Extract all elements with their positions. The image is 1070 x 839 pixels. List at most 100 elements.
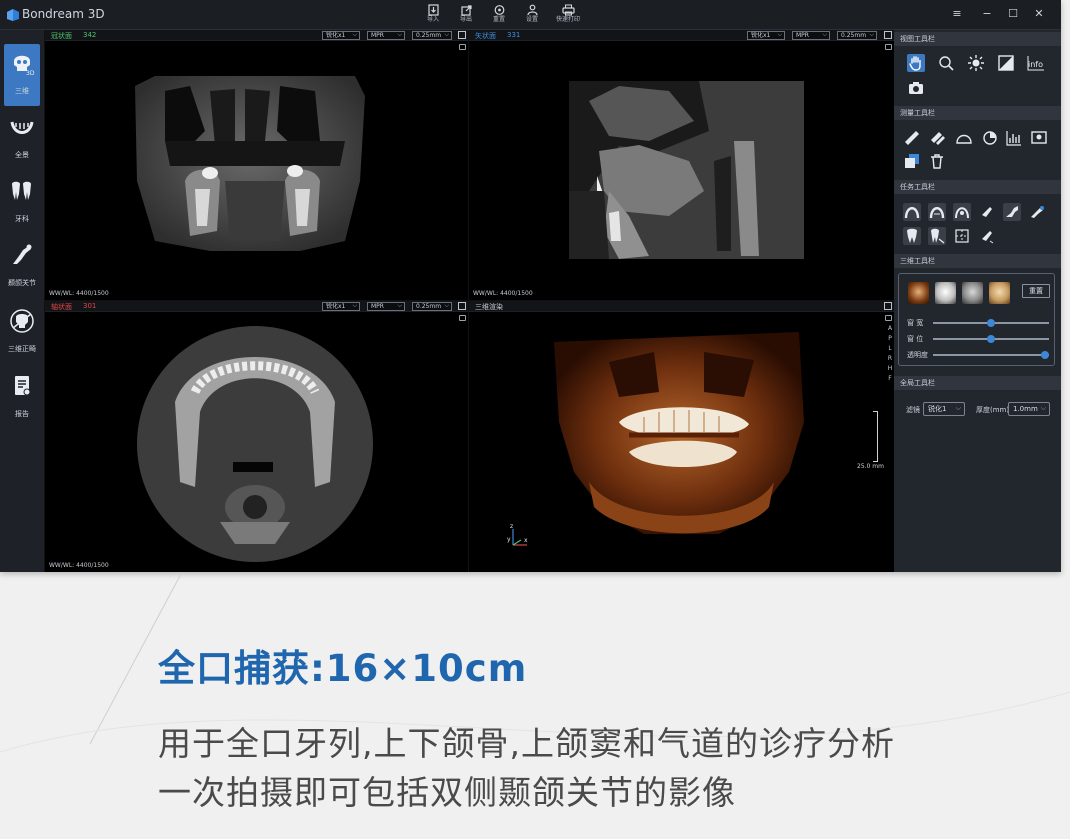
angle-tool-button[interactable] [981,129,999,147]
coronal-ct-image [135,76,365,251]
mandible-tool-button[interactable] [1003,203,1021,221]
print-icon [561,4,575,16]
axial-thickness-select[interactable]: 0.25mm [412,302,452,311]
histogram-tool-button[interactable] [1005,129,1023,147]
render3d-reset-button[interactable]: 重置 [1022,284,1050,298]
nerve-icon [955,207,969,219]
airway-tool-button[interactable] [978,227,996,245]
info-icon: info [1027,56,1044,71]
transparency-knob[interactable] [1041,351,1049,359]
maximize-icon[interactable]: ☐ [1006,7,1020,21]
arch-adjust-tool-button[interactable] [928,203,946,221]
coronal-maximize-icon[interactable] [458,31,466,39]
camera-icon [909,82,923,94]
sagittal-maximize-icon[interactable] [884,31,892,39]
global-tools-title: 全局工具栏 [894,376,1061,390]
svg-text:3D: 3D [26,70,35,76]
sagittal-mode-select[interactable]: MPR [792,31,830,40]
preset-skin-button[interactable] [989,282,1010,304]
caption-description-line2: 一次拍摄即可包括双侧颞颌关节的影像 [158,773,736,812]
preset-bone-orange-button[interactable] [908,282,929,304]
caption-title: 全口捕获:16×10cm [158,647,528,690]
zoom-icon [939,56,954,71]
axial-sharpen-select[interactable]: 锐化x1 [322,302,360,311]
quick-print-button[interactable]: 快速打印 [551,4,585,28]
roi-tool-button[interactable] [1030,129,1048,147]
tmj-tool-button[interactable] [1028,203,1046,221]
sagittal-viewport[interactable]: 矢状面 331 锐化x1 MPR 0.25mm WW/WL: 4400/1500 [469,30,894,300]
axial-viewport[interactable]: 轴状面 301 锐化x1 MPR 0.25mm WW/WL: 4400/1500 [45,301,468,572]
sagittal-slice-number: 331 [507,31,521,39]
render3d-maximize-icon[interactable] [884,302,892,310]
info-tool-button[interactable]: info [1027,54,1045,72]
window-width-slider[interactable] [933,319,1049,327]
thickness-select[interactable]: 1.0mm [1008,402,1050,416]
close-icon[interactable]: ✕ [1032,7,1046,21]
sidebar-label-3d: 三维 [15,87,29,95]
tooth-tool-button[interactable] [903,227,921,245]
export-button[interactable]: 导出 [449,4,483,28]
delete-tool-button[interactable] [928,152,946,170]
settings-icon [526,4,538,16]
settings-label: 设置 [525,16,538,23]
crop-tool-button[interactable] [953,227,971,245]
invert-tool-button[interactable] [997,54,1015,72]
sidebar-item-ortho[interactable]: 三维正畸 [4,302,40,364]
axial-slice-number: 301 [83,302,97,310]
settings-button[interactable]: 设置 [515,4,549,28]
preset-bone-gray-button[interactable] [962,282,983,304]
brightness-tool-button[interactable] [967,54,985,72]
coronal-viewport[interactable]: 冠状面 342 锐化x1 MPR 0.25mm WW/WL: 4400/1500 [45,30,468,300]
window-level-knob[interactable] [987,335,995,343]
filter-label: 滤镜 [906,406,920,414]
tooth-segment-tool-button[interactable] [928,227,946,245]
sidebar-item-dental[interactable]: 牙科 [4,172,40,234]
ruler-tool-button[interactable] [903,129,921,147]
minimize-icon[interactable]: − [980,7,994,21]
copy-tool-button[interactable] [903,152,921,170]
coronal-thickness-select[interactable]: 0.25mm [412,31,452,40]
multi-ruler-tool-button[interactable] [929,129,947,147]
skull-3d-icon: 3D [14,55,35,76]
reset-label: 重置 [492,16,505,23]
arch-curve-tool-button[interactable] [903,203,921,221]
pan-tool-button[interactable] [907,54,925,72]
sidebar-item-3d[interactable]: 3D 三维 [4,44,40,106]
axial-mode-select[interactable]: MPR [367,302,405,311]
render3d-settings-box: 重置 窗 宽 窗 位 透明度 [898,273,1055,366]
sagittal-sharpen-select[interactable]: 锐化x1 [747,31,785,40]
implant-tool-button[interactable] [978,203,996,221]
sidebar-item-report[interactable]: 报告 [4,367,40,429]
app-title: Bondream 3D [22,7,105,21]
reset-button[interactable]: 重置 [482,4,516,28]
axial-maximize-icon[interactable] [458,302,466,310]
window-width-label: 窗 宽 [907,319,924,327]
window-level-slider[interactable] [933,335,1049,343]
coronal-viewport-header: 冠状面 342 锐化x1 MPR 0.25mm [45,30,468,41]
axial-ct-image [137,326,373,562]
import-button[interactable]: 导入 [416,4,450,28]
sidebar-item-tmj[interactable]: 颞颌关节 [4,236,40,298]
sagittal-ct-image [569,81,804,259]
render3d-view-name: 三维渲染 [475,303,503,311]
sidebar-label-tmj: 颞颌关节 [8,279,36,287]
sagittal-thickness-select[interactable]: 0.25mm [837,31,877,40]
arc-tool-button[interactable] [955,129,973,147]
coronal-mode-select[interactable]: MPR [367,31,405,40]
menu-icon[interactable]: ≡ [950,7,964,21]
filter-select[interactable]: 锐化1 [923,402,965,416]
screenshot-tool-button[interactable] [907,79,925,97]
application-window: Bondream 3D 导入 导出 重置 设置 快速打印 ≡ − ☐ ✕ 3D … [0,0,1061,572]
coronal-sharpen-select[interactable]: 锐化x1 [322,31,360,40]
preset-bone-white-button[interactable] [935,282,956,304]
window-width-knob[interactable] [987,319,995,327]
transparency-slider[interactable] [933,351,1049,359]
zoom-tool-button[interactable] [937,54,955,72]
arch-icon [904,207,920,219]
scale-bar-label: 25.0 mm [857,463,884,470]
axis-x-label: x [524,537,528,544]
nerve-tool-button[interactable] [953,203,971,221]
render3d-viewport[interactable]: 三维渲染 A P L R H F 25.0 mm z y x [469,301,894,572]
sidebar-item-panorama[interactable]: 全景 [4,108,40,170]
axial-viewport-header: 轴状面 301 锐化x1 MPR 0.25mm [45,301,468,312]
